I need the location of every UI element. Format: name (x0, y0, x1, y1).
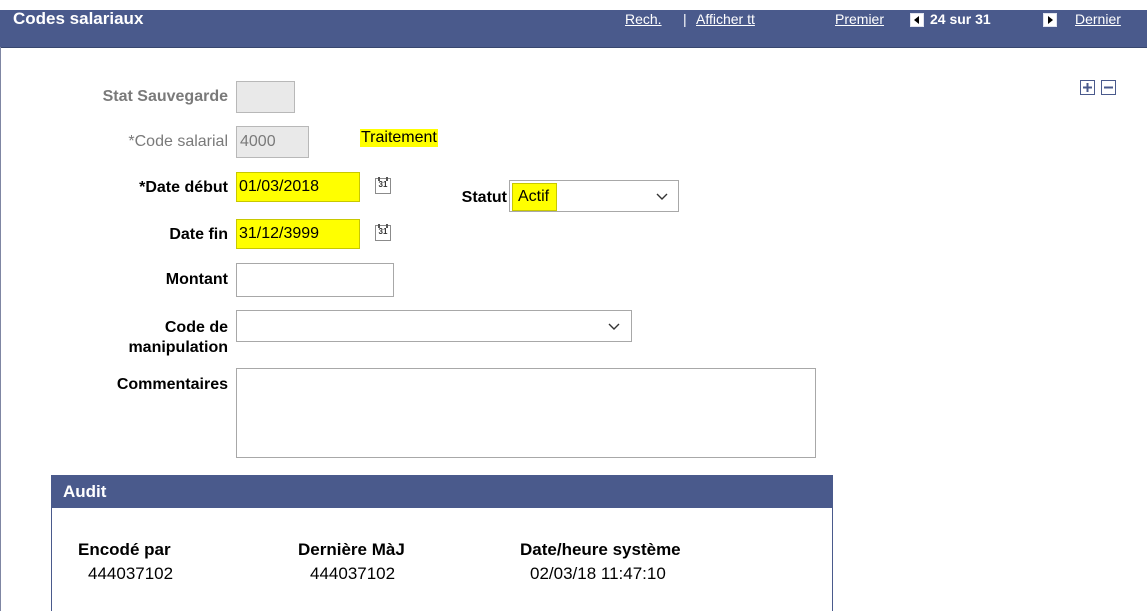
audit-system-datetime-value: 02/03/18 11:47:10 (530, 564, 666, 583)
record-count: 24 sur 31 (930, 11, 991, 27)
audit-last-update-label: Dernière MàJ (298, 540, 405, 559)
audit-last-update-value: 444037102 (310, 564, 396, 583)
search-link[interactable]: Rech. (625, 0, 662, 38)
pay-code-label: *Code salarial (128, 133, 228, 150)
pay-code-description: Traitement (360, 129, 438, 147)
pay-code-field: 4000 (236, 126, 309, 158)
start-date-label: *Date début (139, 179, 228, 196)
nav-separator: | (683, 11, 687, 27)
first-link[interactable]: Premier (835, 0, 884, 38)
prev-arrow-icon[interactable] (910, 13, 924, 27)
status-label: Statut (461, 189, 507, 206)
audit-header (52, 476, 832, 508)
last-link[interactable]: Dernier (1075, 0, 1121, 38)
start-date-field[interactable]: 01/03/2018 (236, 172, 360, 202)
save-status-field (236, 81, 295, 113)
amount-field[interactable] (236, 263, 394, 297)
end-date-label: Date fin (169, 226, 228, 243)
plus-icon[interactable] (1080, 80, 1095, 95)
save-status-label: Stat Sauvegarde (102, 88, 228, 105)
next-arrow-icon[interactable] (1043, 13, 1057, 27)
panel-left-border (0, 47, 1, 611)
comments-label: Commentaires (116, 376, 228, 393)
handling-code-select[interactable] (236, 310, 632, 342)
handling-code-label: Code de manipulation (128, 319, 228, 356)
calendar-icon[interactable]: 31 (375, 177, 391, 194)
chevron-down-icon (656, 193, 668, 200)
chevron-down-icon (608, 323, 620, 330)
audit-system-datetime-label: Date/heure système (520, 540, 681, 559)
minus-icon[interactable] (1101, 80, 1116, 95)
amount-label: Montant (165, 271, 228, 288)
calendar-icon[interactable]: 31 (375, 224, 391, 241)
page-title: Codes salariaux (13, 9, 144, 28)
show-all-link[interactable]: Afficher tt (696, 0, 755, 38)
comments-textarea[interactable] (236, 368, 816, 458)
audit-created-by-label: Encodé par (78, 540, 171, 559)
audit-created-by-value: 444037102 (88, 564, 174, 583)
status-value: Actif (512, 183, 558, 211)
audit-title: Audit (63, 482, 107, 501)
status-select[interactable]: Actif (509, 180, 679, 212)
end-date-field[interactable]: 31/12/3999 (236, 219, 360, 249)
